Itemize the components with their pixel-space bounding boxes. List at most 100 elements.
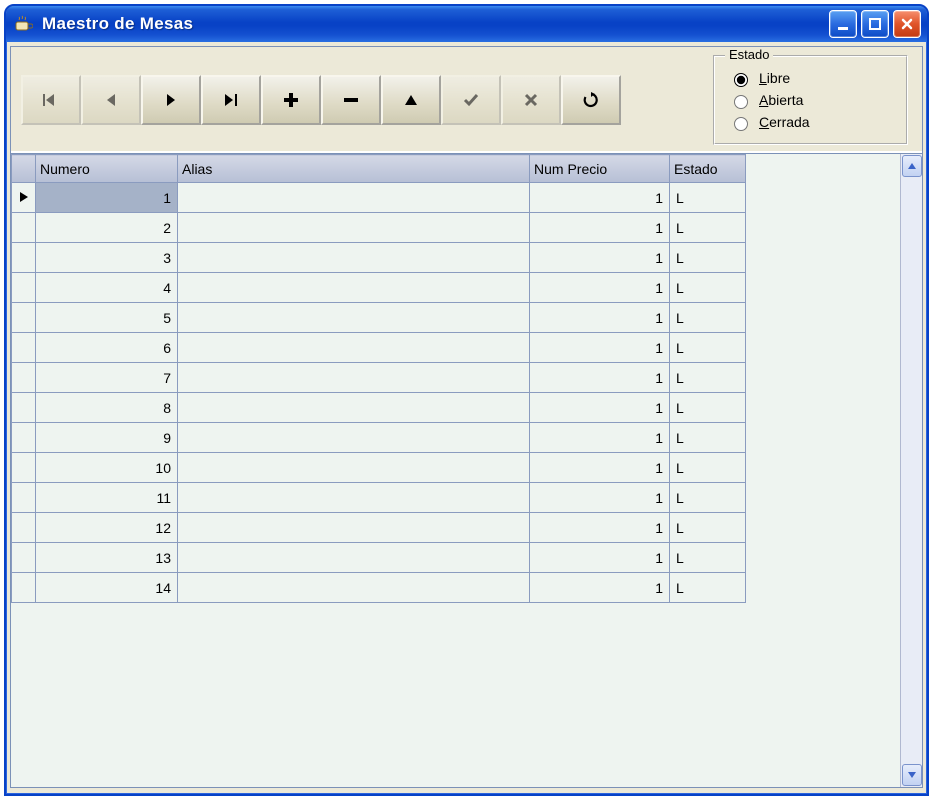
add-button[interactable] (261, 75, 321, 125)
cell-estado[interactable]: L (670, 273, 746, 303)
estado-option-a[interactable]: Abierta (729, 89, 892, 111)
row-indicator[interactable] (12, 303, 36, 333)
close-button[interactable] (893, 10, 921, 38)
cell-alias[interactable] (178, 423, 530, 453)
table-row[interactable]: 13 1L (12, 543, 746, 573)
table-row[interactable]: 2 1L (12, 213, 746, 243)
cell-numero[interactable]: 3 (36, 243, 178, 273)
table-row[interactable]: 8 1L (12, 393, 746, 423)
row-indicator[interactable] (12, 333, 36, 363)
row-indicator[interactable] (12, 513, 36, 543)
cell-alias[interactable] (178, 573, 530, 603)
scroll-down-button[interactable] (902, 764, 922, 786)
header-indicator[interactable] (12, 155, 36, 183)
cell-num_precio[interactable]: 1 (530, 423, 670, 453)
estado-radio-a[interactable] (734, 95, 748, 109)
cell-alias[interactable] (178, 453, 530, 483)
table-row[interactable]: 11L (12, 183, 746, 213)
table-row[interactable]: 9 1L (12, 423, 746, 453)
cell-numero[interactable]: 12 (36, 513, 178, 543)
row-indicator[interactable] (12, 423, 36, 453)
header-num_precio[interactable]: Num Precio (530, 155, 670, 183)
cell-alias[interactable] (178, 243, 530, 273)
cell-num_precio[interactable]: 1 (530, 483, 670, 513)
cell-num_precio[interactable]: 1 (530, 573, 670, 603)
cell-alias[interactable] (178, 363, 530, 393)
minimize-button[interactable] (829, 10, 857, 38)
cell-num_precio[interactable]: 1 (530, 303, 670, 333)
cell-estado[interactable]: L (670, 453, 746, 483)
data-grid[interactable]: NumeroAliasNum PrecioEstado 11L21L31L41L… (11, 154, 746, 603)
cell-alias[interactable] (178, 333, 530, 363)
table-row[interactable]: 141L (12, 573, 746, 603)
cell-alias[interactable] (178, 213, 530, 243)
cell-estado[interactable]: L (670, 183, 746, 213)
row-indicator[interactable] (12, 273, 36, 303)
cell-alias[interactable] (178, 393, 530, 423)
vertical-scrollbar[interactable] (900, 154, 922, 787)
cell-alias[interactable] (178, 513, 530, 543)
last-button[interactable] (201, 75, 261, 125)
cell-estado[interactable]: L (670, 423, 746, 453)
cell-num_precio[interactable]: 1 (530, 273, 670, 303)
cell-numero[interactable]: 10 (36, 453, 178, 483)
cell-estado[interactable]: L (670, 243, 746, 273)
cell-estado[interactable]: L (670, 213, 746, 243)
cell-numero[interactable]: 5 (36, 303, 178, 333)
cell-alias[interactable] (178, 543, 530, 573)
cell-num_precio[interactable]: 1 (530, 363, 670, 393)
table-row[interactable]: 10 1L (12, 453, 746, 483)
table-row[interactable]: 61L (12, 333, 746, 363)
first-button[interactable] (21, 75, 81, 125)
cell-estado[interactable]: L (670, 573, 746, 603)
cell-alias[interactable] (178, 183, 530, 213)
cell-num_precio[interactable]: 1 (530, 393, 670, 423)
table-row[interactable]: 12 1L (12, 513, 746, 543)
cell-num_precio[interactable]: 1 (530, 513, 670, 543)
cell-num_precio[interactable]: 1 (530, 453, 670, 483)
cell-numero[interactable]: 4 (36, 273, 178, 303)
cell-num_precio[interactable]: 1 (530, 213, 670, 243)
titlebar[interactable]: Maestro de Mesas (6, 6, 927, 42)
edit-button[interactable] (381, 75, 441, 125)
row-indicator[interactable] (12, 393, 36, 423)
next-button[interactable] (141, 75, 201, 125)
table-row[interactable]: 51L (12, 303, 746, 333)
confirm-button[interactable] (441, 75, 501, 125)
prev-button[interactable] (81, 75, 141, 125)
cell-alias[interactable] (178, 483, 530, 513)
cell-estado[interactable]: L (670, 543, 746, 573)
estado-option-c[interactable]: Cerrada (729, 111, 892, 133)
cell-estado[interactable]: L (670, 393, 746, 423)
cell-estado[interactable]: L (670, 363, 746, 393)
cell-num_precio[interactable]: 1 (530, 243, 670, 273)
cell-numero[interactable]: 2 (36, 213, 178, 243)
remove-button[interactable] (321, 75, 381, 125)
cell-estado[interactable]: L (670, 483, 746, 513)
scroll-up-button[interactable] (902, 155, 922, 177)
cell-numero[interactable]: 9 (36, 423, 178, 453)
cancel-button[interactable] (501, 75, 561, 125)
cell-estado[interactable]: L (670, 513, 746, 543)
cell-num_precio[interactable]: 1 (530, 543, 670, 573)
cell-num_precio[interactable]: 1 (530, 183, 670, 213)
table-row[interactable]: 111L (12, 483, 746, 513)
table-row[interactable]: 3 1L (12, 243, 746, 273)
row-indicator[interactable] (12, 483, 36, 513)
cell-numero[interactable]: 13 (36, 543, 178, 573)
refresh-button[interactable] (561, 75, 621, 125)
row-indicator[interactable] (12, 183, 36, 213)
row-indicator[interactable] (12, 363, 36, 393)
estado-option-l[interactable]: Libre (729, 67, 892, 89)
cell-numero[interactable]: 7 (36, 363, 178, 393)
header-numero[interactable]: Numero (36, 155, 178, 183)
table-row[interactable]: 7 1L (12, 363, 746, 393)
cell-numero[interactable]: 1 (36, 183, 178, 213)
estado-radio-l[interactable] (734, 73, 748, 87)
header-alias[interactable]: Alias (178, 155, 530, 183)
estado-radio-c[interactable] (734, 117, 748, 131)
row-indicator[interactable] (12, 573, 36, 603)
maximize-button[interactable] (861, 10, 889, 38)
cell-numero[interactable]: 8 (36, 393, 178, 423)
cell-estado[interactable]: L (670, 333, 746, 363)
